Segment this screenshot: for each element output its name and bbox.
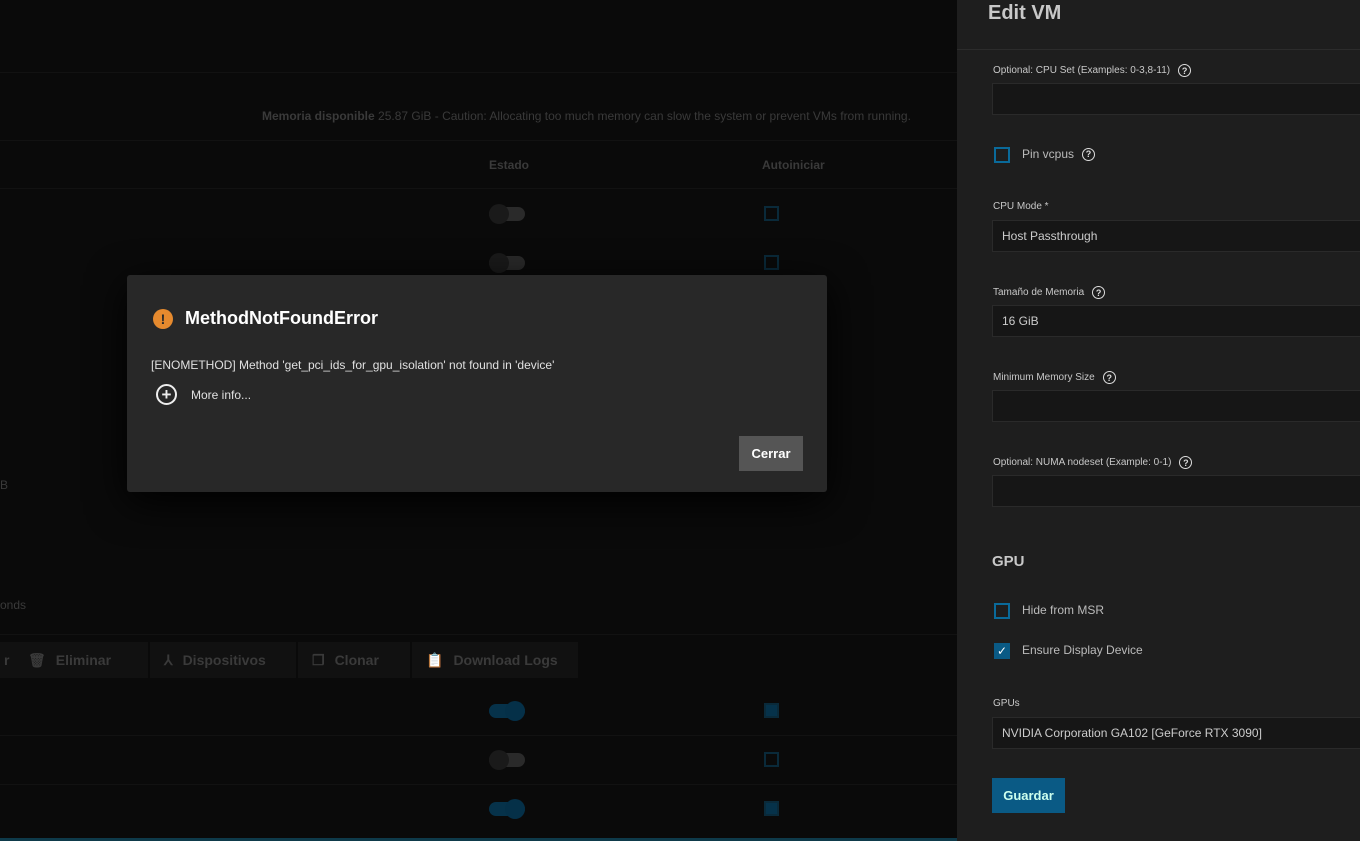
numa-input[interactable]: [992, 475, 1360, 507]
hide-msr-checkbox[interactable]: [994, 603, 1010, 619]
action-label: Clonar: [334, 652, 379, 668]
check-icon: ✓: [996, 644, 1008, 658]
pin-vcpus-label: Pin vcpus?: [1022, 147, 1096, 161]
label-text: Pin vcpus: [1022, 147, 1075, 161]
col-autoiniciar: Autoiniciar: [762, 158, 825, 172]
memory-label: Tamaño de Memoria?: [993, 286, 1106, 299]
autostart-checkbox[interactable]: [764, 255, 779, 270]
more-info-link[interactable]: More info...: [191, 388, 251, 402]
min-memory-label: Minimum Memory Size?: [993, 371, 1116, 384]
autostart-checkbox[interactable]: [764, 206, 779, 221]
state-toggle[interactable]: [489, 204, 525, 224]
help-icon[interactable]: ?: [1178, 64, 1192, 77]
error-dialog: ! MethodNotFoundError [ENOMETHOD] Method…: [127, 275, 827, 492]
ensure-display-label: Ensure Display Device: [1022, 643, 1143, 657]
panel-title: Edit VM: [988, 2, 1062, 24]
save-button[interactable]: Guardar: [992, 778, 1065, 813]
help-icon[interactable]: ?: [1179, 456, 1193, 469]
bg-fragment: B: [0, 478, 9, 492]
label-text: Optional: NUMA nodeset (Example: 0-1): [993, 457, 1172, 468]
devices-icon: ⅄: [164, 651, 173, 668]
expand-plus-icon[interactable]: +: [156, 384, 177, 405]
action-label: r: [4, 652, 10, 668]
label-text: Minimum Memory Size: [993, 372, 1095, 383]
gpus-select[interactable]: NVIDIA Corporation GA102 [GeForce RTX 30…: [992, 717, 1360, 749]
action-label: Download Logs: [453, 652, 558, 668]
gpu-heading: GPU: [992, 553, 1025, 570]
help-icon[interactable]: ?: [1082, 147, 1096, 161]
state-toggle[interactable]: [489, 253, 525, 273]
cpu-mode-select[interactable]: Host Passthrough: [992, 220, 1360, 252]
memory-label: Memoria disponible: [262, 109, 375, 123]
close-button[interactable]: Cerrar: [739, 436, 803, 471]
edit-vm-panel: Edit VM Optional: CPU Set (Examples: 0-3…: [957, 0, 1360, 841]
devices-button[interactable]: ⅄ Dispositivos: [150, 642, 296, 678]
trash-icon: 🗑: [28, 651, 46, 668]
min-memory-input[interactable]: [992, 390, 1360, 422]
autostart-checkbox[interactable]: [764, 703, 779, 718]
label-text: Optional: CPU Set (Examples: 0-3,8-11): [993, 65, 1171, 76]
cpu-set-input[interactable]: [992, 83, 1360, 115]
bg-fragment: onds: [0, 598, 27, 612]
memory-input[interactable]: 16 GiB: [992, 305, 1360, 337]
action-label: Dispositivos: [182, 652, 266, 668]
state-toggle[interactable]: [489, 701, 525, 721]
help-icon[interactable]: ?: [1102, 371, 1116, 384]
cpu-mode-label: CPU Mode *: [993, 201, 1049, 212]
ensure-display-checkbox[interactable]: ✓: [994, 643, 1010, 659]
download-logs-button[interactable]: 📋 Download Logs: [412, 642, 578, 678]
help-icon[interactable]: ?: [1092, 286, 1106, 299]
memory-text: 25.87 GiB - Caution: Allocating too much…: [378, 109, 911, 123]
delete-button[interactable]: 🗑 Eliminar: [14, 642, 148, 678]
cpu-set-label: Optional: CPU Set (Examples: 0-3,8-11)?: [993, 64, 1192, 77]
action-label: Eliminar: [55, 652, 112, 668]
hide-msr-label: Hide from MSR: [1022, 603, 1105, 617]
dialog-title: MethodNotFoundError: [185, 308, 378, 328]
gpus-label: GPUs: [993, 698, 1020, 709]
label-text: Tamaño de Memoria: [993, 287, 1085, 298]
copy-icon: ❐: [312, 651, 325, 668]
autostart-checkbox[interactable]: [764, 752, 779, 767]
col-estado: Estado: [489, 158, 530, 172]
memory-info: Memoria disponible 25.87 GiB - Caution: …: [262, 109, 911, 123]
clipboard-icon: 📋: [426, 651, 444, 668]
dialog-message: [ENOMETHOD] Method 'get_pci_ids_for_gpu_…: [151, 358, 555, 372]
pin-vcpus-checkbox[interactable]: [994, 147, 1010, 163]
clone-button[interactable]: ❐ Clonar: [298, 642, 410, 678]
autostart-checkbox[interactable]: [764, 801, 779, 816]
state-toggle[interactable]: [489, 750, 525, 770]
warning-icon: !: [153, 309, 173, 329]
state-toggle[interactable]: [489, 799, 525, 819]
divider: [957, 49, 1360, 50]
numa-label: Optional: NUMA nodeset (Example: 0-1)?: [993, 456, 1193, 469]
